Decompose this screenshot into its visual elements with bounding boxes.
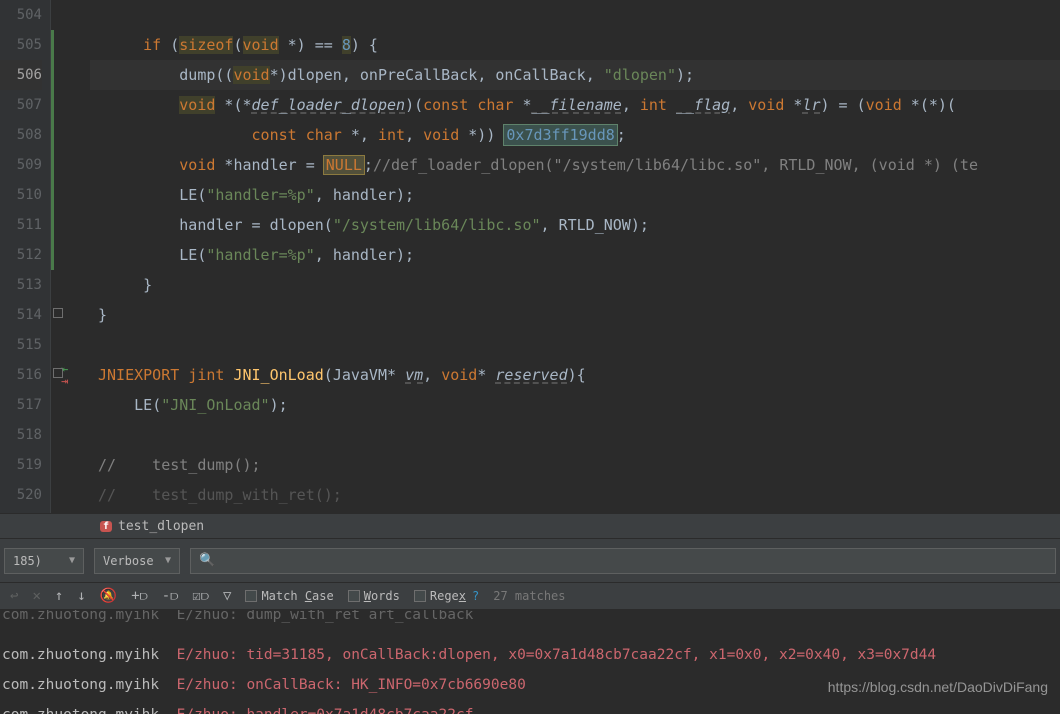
fold-toggle-icon[interactable] — [53, 308, 63, 318]
search-icon: 🔍 — [199, 553, 215, 568]
funnel-icon[interactable]: ▽ — [223, 588, 231, 604]
words-checkbox[interactable]: Words — [348, 589, 400, 603]
code-line — [90, 0, 1060, 30]
code-line: if (sizeof(void *) == 8) { — [90, 30, 1060, 60]
code-line — [90, 420, 1060, 450]
log-line: com.zhuotong.myihk E/zhuo: dump_with_ret… — [2, 610, 1060, 630]
arrow-up-icon[interactable]: ↑ — [55, 588, 63, 604]
logcat-filter-bar: 185)▼ Verbose▼ 🔍 — [0, 538, 1060, 582]
logcat-output[interactable]: com.zhuotong.myihk E/zhuo: dump_with_ret… — [0, 610, 1060, 714]
help-icon[interactable]: ? — [472, 589, 479, 603]
editor-area: 5045055065075085095105115125135145155165… — [0, 0, 1060, 513]
code-line: JNIEXPORT jint JNI_OnLoad(JavaVM* vm, vo… — [90, 360, 1060, 390]
match-count: 27 matches — [493, 589, 565, 603]
code-line: handler = dlopen("/system/lib64/libc.so"… — [90, 210, 1060, 240]
vcs-marker — [51, 30, 54, 270]
watermark: https://blog.csdn.net/DaoDivDiFang — [828, 672, 1048, 702]
chevron-down-icon: ▼ — [69, 555, 75, 566]
logcat-toolbar: ↩ ✕ ↑ ↓ 🔕 +⫐ -⫐ ☑⫐ ▽ Match Case Words Re… — [0, 582, 1060, 610]
code-line: } — [90, 270, 1060, 300]
code-line: // test_dump(); — [90, 450, 1060, 480]
device-selector[interactable]: 185)▼ — [4, 548, 84, 574]
log-search-input[interactable]: 🔍 — [190, 548, 1056, 574]
chevron-down-icon: ▼ — [165, 555, 171, 566]
log-line: com.zhuotong.myihk E/zhuo: tid=31185, on… — [2, 640, 1060, 670]
log-line: com.zhuotong.myihk E/zhuo: handler=0x7a1… — [2, 700, 1060, 714]
line-gutter: 5045055065075085095105115125135145155165… — [0, 0, 50, 513]
fold-toggle-icon[interactable] — [53, 368, 63, 378]
select-all-icon[interactable]: ☑⫐ — [192, 588, 209, 604]
remove-filter-icon[interactable]: -⫐ — [162, 588, 179, 604]
code-line: // test_dump_with_ret(); — [90, 480, 1060, 510]
fold-column: ⇤⇥ — [50, 0, 90, 513]
function-badge-icon: f — [100, 521, 112, 532]
code-line: LE("handler=%p", handler); — [90, 180, 1060, 210]
mute-icon: 🔕 — [100, 588, 117, 604]
match-case-checkbox[interactable]: Match Case — [245, 589, 333, 603]
code-line: void *handler = NULL;//def_loader_dlopen… — [90, 150, 1060, 180]
code-line: const char *, int, void *)) 0x7d3ff19dd8… — [90, 120, 1060, 150]
newline-icon: ↩ — [10, 588, 18, 604]
code-line: LE("handler=%p", handler); — [90, 240, 1060, 270]
code-line: dump((void*)dlopen, onPreCallBack, onCal… — [90, 60, 1060, 90]
breadcrumb-function[interactable]: test_dlopen — [118, 519, 204, 534]
close-icon[interactable]: ✕ — [32, 588, 40, 604]
add-filter-icon[interactable]: +⫐ — [131, 588, 148, 604]
code-line: } — [90, 300, 1060, 330]
breadcrumb-bar: f test_dlopen — [0, 513, 1060, 538]
code-line: void *(*def_loader_dlopen)(const char *_… — [90, 90, 1060, 120]
code-line — [90, 330, 1060, 360]
code-line: LE("JNI_OnLoad"); — [90, 390, 1060, 420]
regex-checkbox[interactable]: Regex? — [414, 589, 479, 603]
arrow-down-icon[interactable]: ↓ — [77, 588, 85, 604]
log-level-selector[interactable]: Verbose▼ — [94, 548, 180, 574]
code-area[interactable]: if (sizeof(void *) == 8) { dump((void*)d… — [90, 0, 1060, 513]
